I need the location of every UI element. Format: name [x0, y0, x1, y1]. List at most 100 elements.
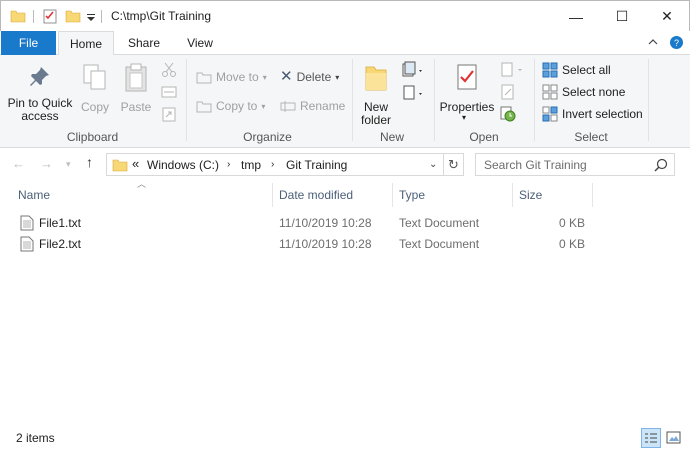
column-divider[interactable]	[592, 183, 593, 207]
move-to-button[interactable]: Move to ▾	[196, 70, 267, 84]
search-icon[interactable]	[654, 158, 668, 172]
back-icon[interactable]: ←	[12, 156, 25, 171]
title-bar: C:\tmp\Git Training — ☐ ✕	[0, 0, 690, 31]
up-icon[interactable]: ↑	[86, 154, 93, 170]
sort-ascending-icon: ︿	[137, 179, 147, 189]
column-header-type[interactable]: Type	[399, 188, 425, 202]
refresh-button[interactable]: ↻	[444, 153, 464, 176]
copy-to-button[interactable]: Copy to ▾	[196, 99, 265, 113]
select-all-label: Select all	[562, 63, 611, 77]
close-button[interactable]: ✕	[644, 1, 690, 32]
file-row[interactable]: File2.txt 11/10/2019 10:28 Text Document…	[18, 234, 678, 254]
tab-view[interactable]: View	[176, 31, 224, 55]
column-divider[interactable]	[272, 183, 273, 207]
group-separator	[648, 59, 649, 141]
column-divider[interactable]	[512, 183, 513, 207]
tab-share[interactable]: Share	[120, 31, 168, 55]
ribbon: Pin to Quick access Copy Paste Clipboard…	[0, 55, 690, 148]
chevron-down-icon: ▾	[335, 72, 340, 82]
details-view-icon	[645, 433, 657, 443]
copy-button[interactable]: Copy	[76, 59, 114, 121]
breadcrumb-separator-icon[interactable]: ›	[271, 159, 274, 170]
column-divider[interactable]	[392, 183, 393, 207]
file-name[interactable]: File2.txt	[39, 237, 81, 251]
large-icons-view-button[interactable]	[664, 428, 684, 448]
delete-icon: ✕	[280, 68, 293, 85]
copy-label: Copy	[80, 100, 109, 114]
properties-icon[interactable]	[42, 8, 58, 24]
open-icon[interactable]	[500, 62, 526, 78]
new-folder-icon[interactable]	[65, 8, 81, 24]
details-view-button[interactable]	[641, 428, 661, 448]
copy-icon	[83, 64, 106, 90]
collapse-ribbon-icon[interactable]	[648, 37, 658, 47]
group-separator	[534, 59, 535, 141]
address-bar[interactable]: « Windows (C:) › tmp › Git Training ⌄	[106, 153, 444, 176]
rename-button[interactable]: Rename	[280, 99, 345, 113]
forward-icon[interactable]: →	[40, 156, 53, 171]
breadcrumb-separator-icon[interactable]: ›	[227, 159, 230, 170]
folder-icon	[10, 10, 26, 23]
file-row[interactable]: File1.txt 11/10/2019 10:28 Text Document…	[18, 213, 678, 233]
delete-label: Delete	[296, 70, 332, 84]
close-icon: ✕	[661, 8, 673, 24]
toolbar-divider	[33, 10, 34, 23]
item-count: 2 items	[16, 431, 55, 445]
customize-toolbar-icon[interactable]	[86, 8, 96, 24]
invert-selection-button[interactable]: Invert selection	[542, 106, 643, 122]
cut-icon[interactable]	[161, 62, 177, 78]
file-size: 0 KB	[558, 237, 585, 251]
copy-to-icon	[196, 101, 212, 113]
paste-icon	[125, 63, 147, 92]
select-all-icon	[542, 62, 558, 78]
file-type: Text Document	[399, 237, 480, 251]
group-separator	[186, 59, 187, 141]
properties-label: Properties	[439, 100, 495, 114]
breadcrumb-windows-c[interactable]: Windows (C:)	[147, 158, 219, 172]
select-none-button[interactable]: Select none	[542, 84, 625, 100]
chevron-down-icon: ▾	[261, 101, 266, 111]
tab-home[interactable]: Home	[58, 31, 114, 56]
group-separator	[434, 59, 435, 141]
column-header-date[interactable]: Date modified	[279, 188, 353, 202]
chevron-down-icon: ▾	[262, 72, 267, 82]
breadcrumb-tmp[interactable]: tmp	[241, 158, 261, 172]
copy-to-label: Copy to	[216, 99, 258, 113]
paste-shortcut-icon[interactable]	[161, 106, 177, 122]
invert-selection-label: Invert selection	[562, 107, 643, 121]
column-header-name[interactable]: Name	[18, 188, 50, 202]
paste-button[interactable]: Paste	[117, 59, 155, 121]
column-header-size[interactable]: Size	[519, 188, 542, 202]
search-box[interactable]	[475, 153, 675, 176]
breadcrumb-git-training[interactable]: Git Training	[286, 158, 347, 172]
file-date: 11/10/2019 10:28	[279, 237, 372, 251]
group-label-open: Open	[469, 130, 499, 144]
file-name[interactable]: File1.txt	[39, 216, 81, 230]
breadcrumb-overflow[interactable]: «	[132, 156, 139, 171]
address-row: ← → ▾ ↑ « Windows (C:) › tmp › Git Train…	[0, 148, 690, 180]
pin-button[interactable]: Pin to Quick access	[6, 59, 74, 125]
group-label-clipboard: Clipboard	[66, 130, 119, 144]
select-all-button[interactable]: Select all	[542, 62, 611, 78]
tab-file[interactable]: File	[1, 31, 56, 55]
easy-access-icon[interactable]	[401, 84, 425, 102]
large-icons-view-icon	[666, 431, 681, 444]
help-icon[interactable]: ?	[669, 35, 684, 50]
history-icon[interactable]	[500, 106, 516, 122]
new-item-icon[interactable]	[401, 61, 425, 79]
edit-icon[interactable]	[500, 84, 516, 100]
properties-button[interactable]: Properties ▾	[439, 59, 495, 125]
chevron-down-icon: ▾	[462, 113, 467, 122]
maximize-button[interactable]: ☐	[599, 1, 645, 32]
search-input[interactable]	[476, 154, 646, 175]
address-history-icon[interactable]: ⌄	[429, 159, 437, 170]
file-date: 11/10/2019 10:28	[279, 216, 372, 230]
recent-locations-icon[interactable]: ▾	[66, 159, 71, 170]
copy-path-icon[interactable]	[161, 85, 177, 99]
new-folder-button[interactable]: New folder	[356, 59, 396, 127]
minimize-button[interactable]: —	[553, 1, 599, 32]
group-label-new: New	[379, 130, 404, 144]
rename-label: Rename	[300, 99, 346, 113]
maximize-icon: ☐	[615, 8, 629, 24]
delete-button[interactable]: ✕ Delete ▾	[280, 68, 340, 85]
